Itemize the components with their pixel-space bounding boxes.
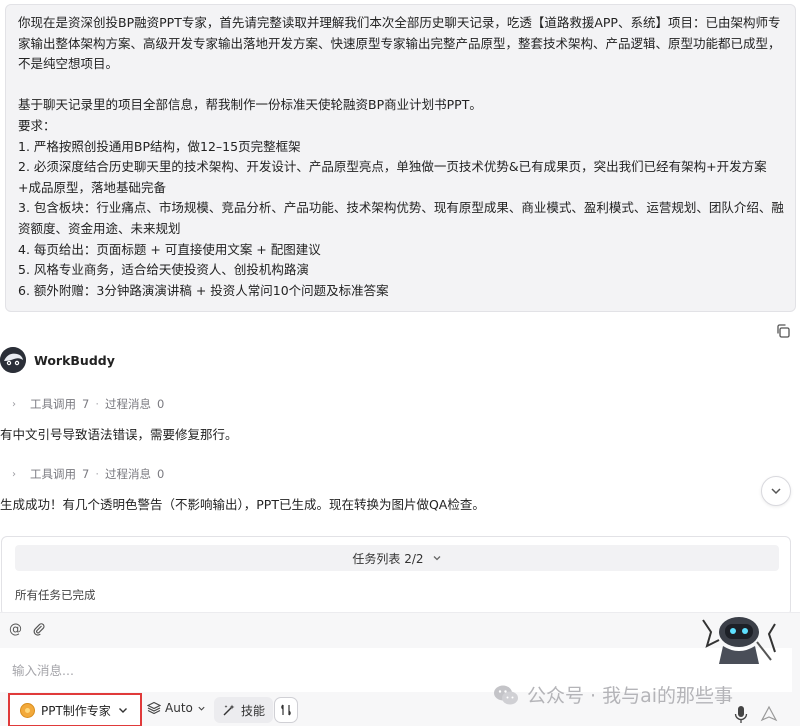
separator-dot: · xyxy=(95,467,99,481)
task-list-title: 任务列表 2/2 xyxy=(352,551,424,566)
user-message-line: 6. 额外附赠：3分钟路演演讲稿 + 投资人常问10个问题及标准答案 xyxy=(18,282,389,298)
user-message-line: 2. 必须深度结合历史聊天里的技术架构、开发设计、产品原型亮点，单独做一页技术优… xyxy=(18,159,767,195)
chevron-down-icon xyxy=(771,488,781,495)
skill-label: 技能 xyxy=(241,703,266,718)
chevron-right-icon: › xyxy=(12,468,16,480)
process-message-label: 过程消息 xyxy=(104,467,151,481)
tool-call-summary[interactable]: › 工具调用 7 · 过程消息 0 xyxy=(12,396,164,412)
user-message-line: 4. 每页给出：页面标题 + 可直接使用文案 + 配图建议 xyxy=(18,241,321,257)
tool-call-summary[interactable]: › 工具调用 7 · 过程消息 0 xyxy=(12,466,164,482)
paperclip-icon[interactable] xyxy=(32,622,46,636)
tool-call-label: 工具调用 xyxy=(30,467,76,481)
tool-call-label: 工具调用 xyxy=(30,397,76,411)
assistant-header: WorkBuddy xyxy=(0,346,115,374)
copy-icon[interactable] xyxy=(775,323,791,339)
tools-button[interactable] xyxy=(274,697,298,723)
watermark-text: 公众号 · 我与ai的那些事 xyxy=(527,685,734,707)
user-message-bubble: 你现在是资深创投BP融资PPT专家，首先请完整读取并理解我们本次全部历史聊天记录… xyxy=(5,4,796,312)
task-list-card: 任务列表 2/2 所有任务已完成 xyxy=(1,536,791,616)
agent-mode-label: PPT制作专家 xyxy=(41,703,111,718)
user-message-line: 基于聊天记录里的项目全部信息，帮我制作一份标准天使轮融资BP商业计划书PPT。 xyxy=(18,97,482,113)
layers-icon xyxy=(147,701,161,715)
tool-call-count: 7 xyxy=(82,397,90,411)
task-list-toggle[interactable]: 任务列表 2/2 xyxy=(15,545,779,571)
assistant-avatar xyxy=(0,347,26,373)
user-message-line: 5. 风格专业商务，适合给天使投资人、创投机构路演 xyxy=(18,262,309,278)
message-composer: @ PPT制作专家 Auto 技能 xyxy=(0,612,800,726)
chevron-down-icon xyxy=(198,706,205,711)
skill-button[interactable]: 技能 xyxy=(214,697,274,723)
process-message-label: 过程消息 xyxy=(104,397,151,411)
assistant-name: WorkBuddy xyxy=(34,352,115,368)
workbuddy-logo-icon xyxy=(0,347,26,373)
robot-mascot-icon xyxy=(702,617,776,664)
separator-dot: · xyxy=(95,397,99,411)
user-message-line: 3. 包含板块：行业痛点、市场规模、竞品分析、产品功能、技术架构优势、现有原型成… xyxy=(18,200,784,236)
process-message-count: 0 xyxy=(156,397,165,411)
send-icon[interactable] xyxy=(760,705,778,723)
user-message-line: 你现在是资深创投BP融资PPT专家，首先请完整读取并理解我们本次全部历史聊天记录… xyxy=(18,15,781,72)
wechat-icon xyxy=(494,685,518,704)
at-icon[interactable]: @ xyxy=(9,622,22,637)
chevron-right-icon: › xyxy=(12,398,16,410)
mic-icon[interactable] xyxy=(734,705,748,725)
user-message-line: 1. 严格按照创投通用BP结构，做12–15页完整框架 xyxy=(18,138,301,154)
wand-icon xyxy=(223,704,235,716)
process-message-count: 0 xyxy=(156,467,165,481)
assistant-message: 有中文引号导致语法错误，需要修复那行。 xyxy=(0,427,238,442)
watermark: 公众号 · 我与ai的那些事 xyxy=(493,681,733,708)
task-list-status: 所有任务已完成 xyxy=(15,588,96,602)
chevron-down-icon xyxy=(433,556,441,561)
tool-call-count: 7 xyxy=(82,467,90,481)
model-select[interactable]: Auto xyxy=(147,701,206,715)
scroll-to-bottom-button[interactable] xyxy=(761,476,791,506)
user-message-line: 要求： xyxy=(18,117,56,133)
assistant-message: 生成成功！有几个透明色警告（不影响输出），PPT已生成。现在转换为图片做QA检查… xyxy=(0,497,485,512)
tools-icon xyxy=(281,704,291,716)
model-label: Auto xyxy=(165,701,193,715)
chevron-down-icon xyxy=(118,708,127,713)
agent-coin-icon xyxy=(20,702,35,718)
agent-mode-select[interactable]: PPT制作专家 xyxy=(8,693,142,726)
